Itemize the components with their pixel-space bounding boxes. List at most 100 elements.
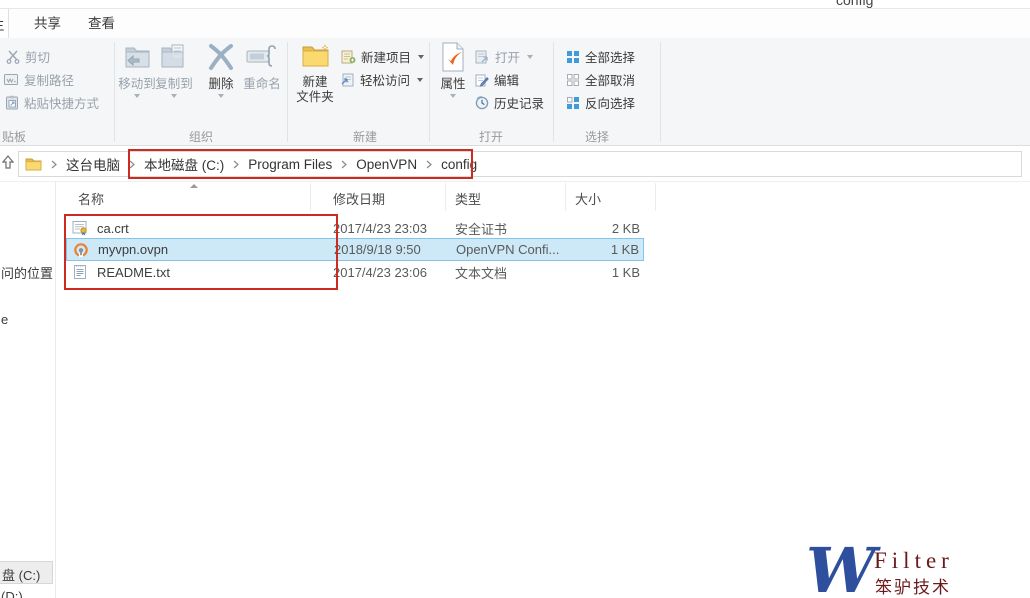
file-date: 2017/4/23 23:03: [333, 221, 427, 236]
group-separator: [429, 42, 430, 142]
open-button[interactable]: 打开: [475, 48, 533, 65]
file-date: 2018/9/18 9:50: [334, 242, 421, 257]
delete-button[interactable]: 删除: [203, 42, 239, 98]
copy-path-button[interactable]: 复制路径: [4, 71, 74, 88]
breadcrumb-chevron-icon: [129, 160, 135, 169]
dropdown-caret-icon: [527, 55, 533, 59]
address-bar[interactable]: 这台电脑 本地磁盘 (C:) Program Files OpenVPN con…: [18, 151, 1022, 177]
tab-view[interactable]: 查看: [74, 9, 129, 38]
breadcrumb-this-pc[interactable]: 这台电脑: [66, 154, 120, 174]
easy-access-icon: [341, 73, 355, 87]
file-type: 安全证书: [455, 219, 507, 238]
new-group-label: 新建: [353, 128, 377, 145]
column-separator[interactable]: [565, 183, 566, 211]
breadcrumb-config[interactable]: config: [441, 157, 477, 172]
paste-shortcut-icon: [5, 95, 19, 110]
sidebar-item-recent-places[interactable]: 问的位置: [1, 263, 53, 282]
history-clock-icon: [475, 96, 489, 110]
address-bar-row: 这台电脑 本地磁盘 (C:) Program Files OpenVPN con…: [0, 146, 1030, 182]
openvpn-icon: [73, 242, 89, 258]
delete-x-icon: [205, 42, 237, 72]
dropdown-caret-icon: [450, 94, 456, 98]
dropdown-caret-icon: [171, 94, 177, 98]
file-explorer-window: config 主页 共享 查看 剪切 复制路径 粘贴快捷方式 贴板 移动到: [0, 0, 1030, 598]
move-to-button[interactable]: 移动到: [116, 42, 158, 98]
breadcrumb-openvpn[interactable]: OpenVPN: [356, 157, 417, 172]
group-separator: [660, 42, 661, 142]
dropdown-caret-icon: [418, 55, 424, 59]
new-folder-button[interactable]: 新建文件夹: [295, 42, 335, 105]
column-header-date[interactable]: 修改日期: [333, 189, 385, 208]
tab-share[interactable]: 共享: [20, 9, 75, 38]
column-header-type[interactable]: 类型: [455, 189, 481, 208]
breadcrumb-chevron-icon: [341, 160, 347, 169]
column-header-row: 名称 修改日期 类型 大小: [56, 183, 656, 211]
rename-button[interactable]: 重命名: [240, 42, 284, 92]
tab-home[interactable]: 主页: [0, 9, 9, 38]
select-all-button[interactable]: 全部选择: [566, 48, 635, 65]
group-separator: [287, 42, 288, 142]
text-file-icon: [72, 264, 88, 280]
certificate-icon: [72, 220, 88, 236]
breadcrumb-chevron-icon: [233, 160, 239, 169]
folder-icon: [25, 157, 42, 171]
breadcrumb-local-disk-c[interactable]: 本地磁盘 (C:): [144, 154, 224, 174]
paste-shortcut-button[interactable]: 粘贴快捷方式: [5, 94, 99, 111]
sidebar-divider: [55, 182, 56, 598]
breadcrumb-program-files[interactable]: Program Files: [248, 157, 332, 172]
sidebar-item-onedrive[interactable]: e: [1, 312, 8, 327]
edit-button[interactable]: 编辑: [475, 71, 519, 88]
file-type: 文本文档: [455, 263, 507, 282]
dropdown-caret-icon: [134, 94, 140, 98]
sidebar-item-disk-d[interactable]: (D:): [1, 589, 23, 598]
organize-group-label: 组织: [189, 128, 213, 145]
copy-to-button[interactable]: 复制到: [153, 42, 195, 98]
clipboard-group-label: 贴板: [2, 128, 26, 145]
edit-pencil-icon: [475, 73, 489, 87]
invert-selection-button[interactable]: 反向选择: [566, 94, 635, 111]
file-type: OpenVPN Confi...: [456, 242, 559, 257]
select-group-label: 选择: [585, 128, 609, 145]
new-item-button[interactable]: 新建项目: [341, 48, 424, 65]
cut-button[interactable]: 剪切: [6, 48, 50, 65]
watermark-subtitle: 笨驴技术: [875, 573, 951, 598]
copy-path-icon: [4, 73, 19, 86]
column-separator[interactable]: [310, 183, 311, 211]
file-row-myvpn-ovpn[interactable]: myvpn.ovpn 2018/9/18 9:50 OpenVPN Confi.…: [66, 238, 644, 261]
column-header-size[interactable]: 大小: [575, 189, 601, 208]
ribbon: 剪切 复制路径 粘贴快捷方式 贴板 移动到 复制到 删除 重命: [0, 38, 1030, 146]
title-bar: config: [0, 0, 1030, 9]
up-arrow-icon: [1, 154, 15, 170]
file-date: 2017/4/23 23:06: [333, 265, 427, 280]
file-size: 1 KB: [612, 265, 640, 280]
properties-icon: [439, 42, 467, 72]
column-separator[interactable]: [655, 183, 656, 211]
breadcrumb-chevron-icon: [51, 160, 57, 169]
sidebar-item-local-disk-c[interactable]: 盘 (C:): [0, 561, 53, 584]
file-row-readme-txt[interactable]: README.txt 2017/4/23 23:06 文本文档 1 KB: [66, 261, 644, 283]
navigate-up-button[interactable]: [1, 154, 16, 172]
dropdown-caret-icon: [218, 94, 224, 98]
watermark-brand: Filter: [874, 548, 954, 574]
invert-selection-icon: [566, 96, 580, 110]
dropdown-caret-icon: [417, 78, 423, 82]
open-group-label: 打开: [479, 128, 503, 145]
column-header-name[interactable]: 名称: [78, 189, 104, 208]
group-separator: [114, 42, 115, 142]
history-button[interactable]: 历史记录: [475, 94, 544, 111]
open-file-icon: [475, 50, 490, 64]
watermark-w-logo: W: [806, 534, 876, 598]
properties-button[interactable]: 属性: [436, 42, 470, 98]
move-to-folder-icon: [122, 42, 152, 72]
file-name: myvpn.ovpn: [98, 242, 168, 257]
select-none-button[interactable]: 全部取消: [566, 71, 635, 88]
rename-icon: [245, 42, 279, 72]
column-separator[interactable]: [445, 183, 446, 211]
file-size: 1 KB: [611, 242, 639, 257]
easy-access-button[interactable]: 轻松访问: [341, 71, 423, 88]
file-name: ca.crt: [97, 221, 129, 236]
file-row-ca-crt[interactable]: ca.crt 2017/4/23 23:03 安全证书 2 KB: [66, 217, 644, 239]
scissors-icon: [6, 50, 20, 64]
new-item-icon: [341, 50, 356, 64]
watermark: W Filter 笨驴技术: [806, 540, 1026, 598]
